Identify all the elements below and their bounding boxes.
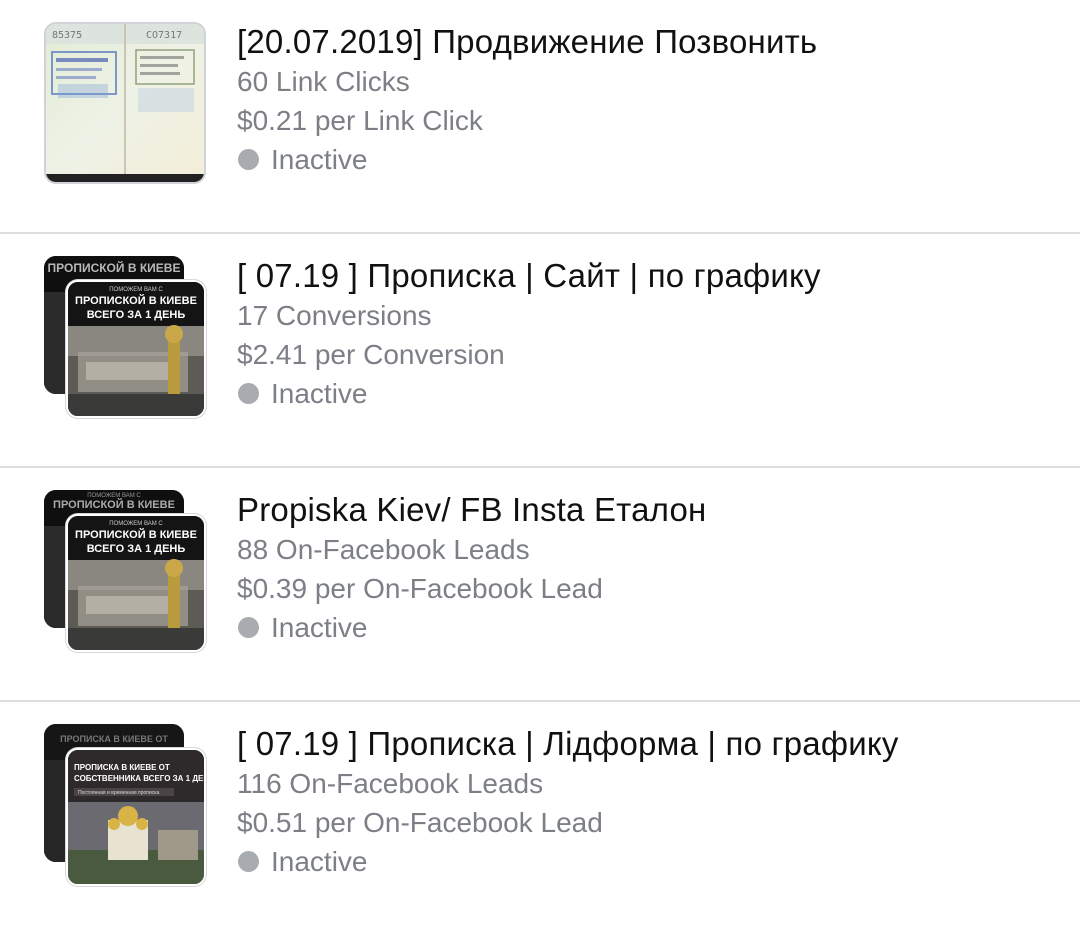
ad-result: 88 On-Facebook Leads [237,534,530,565]
ad-title: Propiska Kiev/ FB Insta Еталон [237,491,707,528]
svg-text:СО7317: СО7317 [146,30,182,41]
svg-text:СОБСТВЕННИКА ВСЕГО ЗА 1 ДЕНЬ: СОБСТВЕННИКА ВСЕГО ЗА 1 ДЕНЬ [74,774,204,783]
ad-title: [ 07.19 ] Прописка | Лідформа | по графи… [237,725,899,762]
ad-cost: $2.41 per Conversion [237,339,505,370]
ad-creative-stack-icon: ПРОПИСКОЙ В КИЕВЕ ПОМОЖЕМ ВАМ С ПРОПИСКО… [44,256,206,418]
creative-front: ПОМОЖЕМ ВАМ С ПРОПИСКОЙ В КИЕВЕ ВСЕГО ЗА… [66,280,206,418]
ad-title: [ 07.19 ] Прописка | Сайт | по графику [237,257,821,294]
status-label: Inactive [271,612,368,643]
svg-text:85375: 85375 [52,30,82,41]
creative-front: ПОМОЖЕМ ВАМ С ПРОПИСКОЙ В КИЕВЕ ВСЕГО ЗА… [66,514,206,652]
svg-text:ПРОПИСКОЙ В КИЕВЕ: ПРОПИСКОЙ В КИЕВЕ [48,260,181,275]
inactive-dot-icon [238,383,259,404]
ad-row[interactable]: ПРОПИСКОЙ В КИЕВЕ ПОМОЖЕМ ВАМ С ПРОПИСКО… [0,234,1080,468]
inactive-dot-icon [238,851,259,872]
svg-text:ПРОПИСКА В КИЕВЕ ОТ: ПРОПИСКА В КИЕВЕ ОТ [74,763,170,772]
ad-thumbnail: ПРОПИСКОЙ В КИЕВЕ ПОМОЖЕМ ВАМ С ПРОПИСКО… [44,256,206,418]
creative-front: ПРОПИСКА В КИЕВЕ ОТ СОБСТВЕННИКА ВСЕГО З… [66,748,206,886]
svg-text:ВСЕГО ЗА 1 ДЕНЬ: ВСЕГО ЗА 1 ДЕНЬ [87,309,186,321]
ad-list: 85375 СО7317 [20.07.2019] Продвижение По… [0,0,1080,936]
svg-text:ПРОПИСКОЙ В КИЕВЕ: ПРОПИСКОЙ В КИЕВЕ [53,498,175,511]
status-label: Inactive [271,144,368,175]
ad-creative-stack-icon: ПРОПИСКА В КИЕВЕ ОТ ПРОПИСКА В КИЕВЕ ОТ … [44,724,206,886]
status-badge: Inactive [237,608,1060,647]
status-badge: Inactive [237,842,1060,881]
status-label: Inactive [271,846,368,877]
ad-cost: $0.51 per On-Facebook Lead [237,807,603,838]
ad-thumbnail: ПОМОЖЕМ ВАМ С ПРОПИСКОЙ В КИЕВЕ ПОМОЖЕМ … [44,490,206,652]
svg-text:ПОМОЖЕМ ВАМ С: ПОМОЖЕМ ВАМ С [109,287,163,293]
status-badge: Inactive [237,140,1060,179]
ad-creative-stack-icon: ПОМОЖЕМ ВАМ С ПРОПИСКОЙ В КИЕВЕ ПОМОЖЕМ … [44,490,206,652]
ad-thumbnail: ПРОПИСКА В КИЕВЕ ОТ ПРОПИСКА В КИЕВЕ ОТ … [44,724,206,886]
ad-row[interactable]: ПРОПИСКА В КИЕВЕ ОТ ПРОПИСКА В КИЕВЕ ОТ … [0,702,1080,936]
ad-result: 60 Link Clicks [237,66,410,97]
inactive-dot-icon [238,617,259,638]
ad-title: [20.07.2019] Продвижение Позвонить [237,23,818,60]
ad-row[interactable]: 85375 СО7317 [20.07.2019] Продвижение По… [0,0,1080,234]
svg-text:ПРОПИСКОЙ В КИЕВЕ: ПРОПИСКОЙ В КИЕВЕ [75,528,197,541]
ad-thumbnail: 85375 СО7317 [44,22,206,184]
ad-result: 116 On-Facebook Leads [237,768,544,799]
ad-row[interactable]: ПОМОЖЕМ ВАМ С ПРОПИСКОЙ В КИЕВЕ ПОМОЖЕМ … [0,468,1080,702]
ad-result: 17 Conversions [237,300,432,331]
ad-cost: $0.39 per On-Facebook Lead [237,573,603,604]
svg-text:Постоянная и временная прописк: Постоянная и временная прописка [78,790,160,796]
svg-text:ПРОПИСКА В КИЕВЕ ОТ: ПРОПИСКА В КИЕВЕ ОТ [60,734,168,744]
svg-text:ПОМОЖЕМ ВАМ С: ПОМОЖЕМ ВАМ С [109,521,163,527]
status-badge: Inactive [237,374,1060,413]
passport-image-icon: 85375 СО7317 [44,22,206,184]
ad-cost: $0.21 per Link Click [237,105,483,136]
svg-text:ВСЕГО ЗА 1 ДЕНЬ: ВСЕГО ЗА 1 ДЕНЬ [87,543,186,555]
inactive-dot-icon [238,149,259,170]
svg-text:ПРОПИСКОЙ В КИЕВЕ: ПРОПИСКОЙ В КИЕВЕ [75,294,197,307]
status-label: Inactive [271,378,368,409]
